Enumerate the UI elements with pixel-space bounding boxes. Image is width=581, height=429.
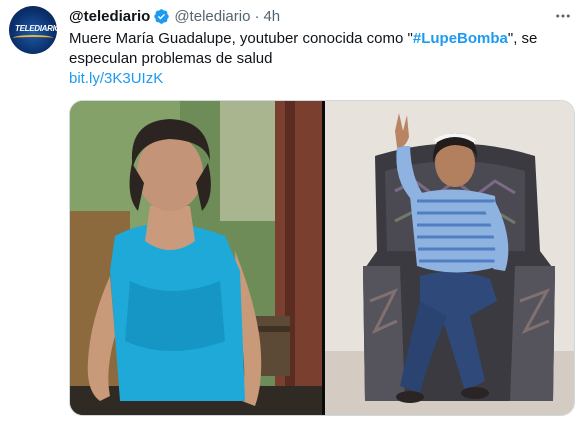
- shortened-url-link[interactable]: bit.ly/3K3UIzK: [69, 69, 163, 89]
- avatar-logo-text: TELEDIARIO: [15, 24, 57, 33]
- media-collage[interactable]: [69, 100, 575, 416]
- more-options-icon[interactable]: [553, 6, 573, 26]
- avatar-swoosh: [13, 35, 53, 41]
- avatar[interactable]: TELEDIARIO: [9, 6, 57, 54]
- display-name[interactable]: @telediario: [69, 8, 150, 25]
- tweet-text: Muere María Guadalupe, youtuber conocida…: [69, 29, 569, 69]
- timestamp[interactable]: 4h: [263, 8, 280, 25]
- verified-badge-icon: [153, 8, 170, 25]
- separator-dot: ·: [254, 7, 260, 25]
- tweet-card[interactable]: TELEDIARIO @telediario @telediario · 4h …: [0, 0, 581, 429]
- photo-right[interactable]: [325, 101, 574, 415]
- handle[interactable]: @telediario: [174, 8, 250, 25]
- tweet-header: @telediario @telediario · 4h: [69, 6, 280, 26]
- tweet-text-before: Muere María Guadalupe, youtuber conocida…: [69, 30, 413, 47]
- photo-left[interactable]: [70, 101, 322, 415]
- hashtag-link[interactable]: #LupeBomba: [413, 30, 508, 47]
